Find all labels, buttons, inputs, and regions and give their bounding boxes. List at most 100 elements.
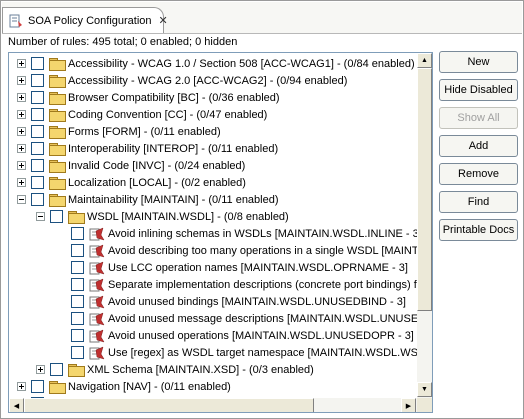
folder-icon	[68, 210, 85, 224]
enable-checkbox[interactable]	[71, 244, 84, 257]
tab-title: SOA Policy Configuration	[28, 14, 152, 27]
enable-checkbox[interactable]	[31, 74, 44, 87]
enable-checkbox[interactable]	[31, 108, 44, 121]
scroll-up-button[interactable]: ▲	[417, 53, 432, 68]
folder-icon	[49, 91, 66, 105]
new-button[interactable]: New	[439, 51, 518, 73]
scrollbar-corner	[417, 398, 432, 412]
rule-row[interactable]: Avoid inlining schemas in WSDLs [MAINTAI…	[55, 225, 417, 242]
tab-soa-policy-configuration[interactable]: SOA Policy Configuration ✕	[2, 7, 168, 33]
tree-item-label: Avoid inlining schemas in WSDLs [MAINTAI…	[108, 227, 417, 240]
enable-checkbox[interactable]	[71, 295, 84, 308]
enable-checkbox[interactable]	[31, 159, 44, 172]
rule-row[interactable]: Use LCC operation names [MAINTAIN.WSDL.O…	[55, 259, 408, 276]
expand-icon[interactable]	[17, 161, 26, 170]
enable-checkbox[interactable]	[71, 346, 84, 359]
rule-icon	[89, 295, 105, 308]
rule-row[interactable]: Avoid unused bindings [MAINTAIN.WSDL.UNU…	[55, 293, 406, 310]
category-row[interactable]: Interoperability [INTEROP] - (0/11 enabl…	[17, 140, 278, 157]
printable-docs-button[interactable]: Printable Docs	[439, 219, 518, 241]
expand-icon[interactable]	[17, 144, 26, 153]
enable-checkbox[interactable]	[71, 312, 84, 325]
enable-checkbox[interactable]	[31, 380, 44, 393]
tree-item-label: Browser Compatibility [BC] - (0/36 enabl…	[68, 91, 280, 104]
tree-item-label: Navigation [NAV] - (0/11 enabled)	[68, 380, 231, 393]
expand-icon[interactable]	[36, 365, 45, 374]
folder-icon	[49, 74, 66, 88]
rule-icon	[89, 329, 105, 342]
rules-tree-pane: Accessibility - WCAG 1.0 / Section 508 […	[8, 52, 433, 413]
horizontal-scrollbar[interactable]: ◀ ▶	[9, 398, 417, 412]
folder-icon	[49, 159, 66, 173]
expand-icon[interactable]	[17, 178, 26, 187]
rule-row[interactable]: Separate implementation descriptions (co…	[55, 276, 417, 293]
hide-disabled-button[interactable]: Hide Disabled	[439, 79, 518, 101]
policy-configuration-window: SOA Policy Configuration ✕ Number of rul…	[0, 0, 524, 419]
enable-checkbox[interactable]	[50, 210, 63, 223]
expand-icon[interactable]	[17, 93, 26, 102]
tree-item-label: Accessibility - WCAG 1.0 / Section 508 […	[68, 57, 415, 70]
tree-item-label: Localization [LOCAL] - (0/2 enabled)	[68, 176, 246, 189]
folder-icon	[49, 176, 66, 190]
tree-item-label: WSDL [MAINTAIN.WSDL] - (0/8 enabled)	[87, 210, 289, 223]
rule-row[interactable]: Avoid unused operations [MAINTAIN.WSDL.U…	[55, 327, 414, 344]
category-row[interactable]: WSDL [MAINTAIN.WSDL] - (0/8 enabled)	[36, 208, 289, 225]
tree-item-label: Avoid unused bindings [MAINTAIN.WSDL.UNU…	[108, 295, 406, 308]
enable-checkbox[interactable]	[31, 193, 44, 206]
vertical-scroll-thumb[interactable]	[417, 68, 432, 311]
enable-checkbox[interactable]	[71, 261, 84, 274]
rule-row[interactable]: Avoid unused message descriptions [MAINT…	[55, 310, 417, 327]
add-button[interactable]: Add	[439, 135, 518, 157]
category-row[interactable]: Invalid Code [INVC] - (0/24 enabled)	[17, 157, 245, 174]
category-row[interactable]: Navigation [NAV] - (0/11 enabled)	[17, 378, 231, 395]
enable-checkbox[interactable]	[71, 329, 84, 342]
expand-icon[interactable]	[17, 76, 26, 85]
scroll-right-button[interactable]: ▶	[401, 398, 416, 412]
category-row[interactable]: Accessibility - WCAG 2.0 [ACC-WCAG2] - (…	[17, 72, 347, 89]
category-row[interactable]: Accessibility - WCAG 1.0 / Section 508 […	[17, 55, 415, 72]
tree-item-label: Coding Convention [CC] - (0/47 enabled)	[68, 108, 268, 121]
enable-checkbox[interactable]	[50, 363, 63, 376]
category-row[interactable]: Coding Convention [CC] - (0/47 enabled)	[17, 106, 267, 123]
scroll-down-button[interactable]: ▼	[417, 382, 432, 397]
tree-item-label: XML Schema [MAINTAIN.XSD] - (0/3 enabled…	[87, 363, 314, 376]
remove-button[interactable]: Remove	[439, 163, 518, 185]
find-button[interactable]: Find	[439, 191, 518, 213]
expand-icon[interactable]	[17, 382, 26, 391]
enable-checkbox[interactable]	[71, 278, 84, 291]
tab-bar: SOA Policy Configuration ✕	[2, 2, 522, 34]
scroll-left-button[interactable]: ◀	[9, 398, 24, 412]
category-row[interactable]: Localization [LOCAL] - (0/2 enabled)	[17, 174, 246, 191]
category-row[interactable]: XML Schema [MAINTAIN.XSD] - (0/3 enabled…	[36, 361, 314, 378]
rule-row[interactable]: Avoid describing too many operations in …	[55, 242, 417, 259]
tree-item-label: Separate implementation descriptions (co…	[108, 278, 417, 291]
tree-item-label: Interoperability [INTEROP] - (0/11 enabl…	[68, 142, 279, 155]
enable-checkbox[interactable]	[31, 57, 44, 70]
enable-checkbox[interactable]	[31, 125, 44, 138]
category-row[interactable]: Maintainability [MAINTAIN] - (0/11 enabl…	[17, 191, 279, 208]
tree-item-label: Use [regex] as WSDL target namespace [MA…	[108, 346, 417, 359]
collapse-icon[interactable]	[17, 195, 26, 204]
collapse-icon[interactable]	[36, 212, 45, 221]
enable-checkbox[interactable]	[31, 142, 44, 155]
close-icon[interactable]: ✕	[159, 14, 168, 27]
category-row[interactable]: Browser Compatibility [BC] - (0/36 enabl…	[17, 89, 280, 106]
enable-checkbox[interactable]	[71, 227, 84, 240]
folder-icon	[68, 363, 85, 377]
folder-icon	[49, 142, 66, 156]
rule-icon	[89, 227, 105, 240]
category-row[interactable]: Forms [FORM] - (0/11 enabled)	[17, 123, 221, 140]
rule-row[interactable]: Use [regex] as WSDL target namespace [MA…	[55, 344, 417, 361]
vertical-scrollbar[interactable]: ▲ ▼	[417, 53, 432, 398]
rule-icon	[89, 278, 105, 291]
horizontal-scroll-thumb[interactable]	[24, 398, 314, 412]
enable-checkbox[interactable]	[31, 91, 44, 104]
expand-icon[interactable]	[17, 110, 26, 119]
enable-checkbox[interactable]	[31, 176, 44, 189]
rules-tree[interactable]: Accessibility - WCAG 1.0 / Section 508 […	[9, 53, 417, 398]
expand-icon[interactable]	[17, 59, 26, 68]
rules-summary: Number of rules: 495 total; 0 enabled; 0…	[8, 36, 238, 48]
expand-icon[interactable]	[17, 127, 26, 136]
rule-icon	[89, 312, 105, 325]
tree-item-label: Forms [FORM] - (0/11 enabled)	[68, 125, 221, 138]
